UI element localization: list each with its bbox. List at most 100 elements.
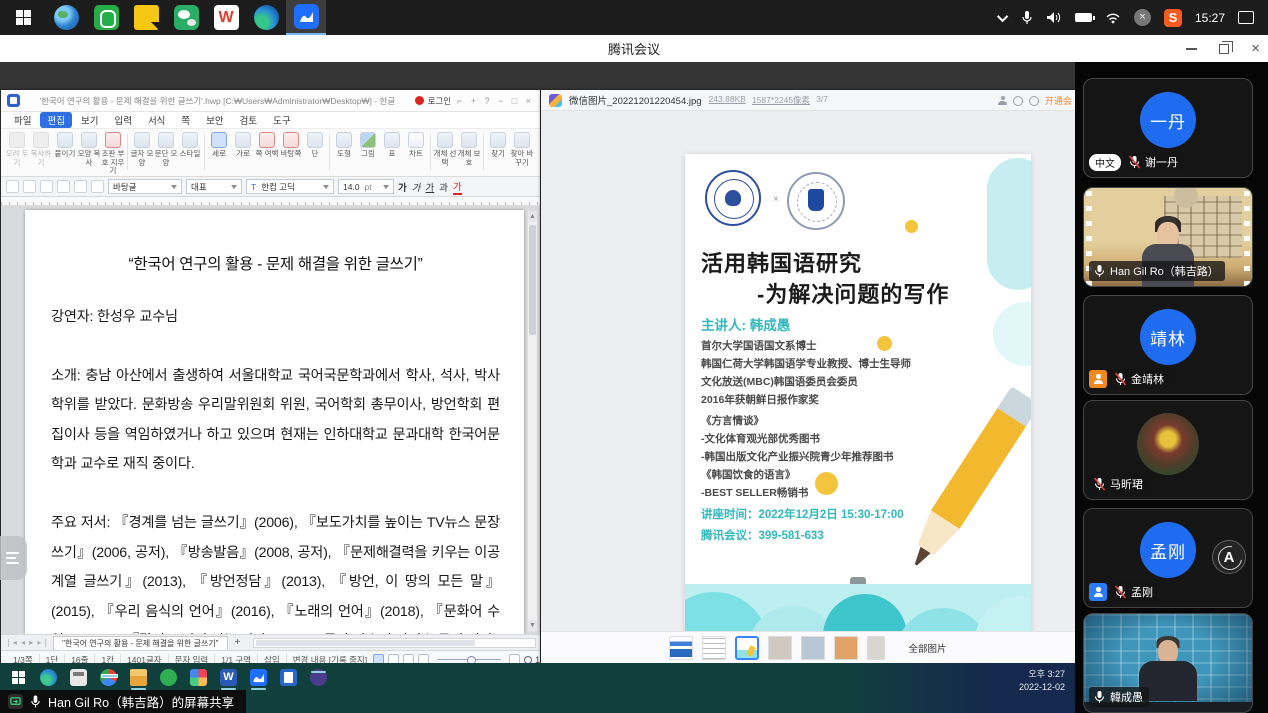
hwp-menu-review: 검토 — [233, 112, 264, 128]
participant-tile-hanchengyu[interactable]: 韓成愚 — [1083, 613, 1253, 713]
annotation-fab-button[interactable]: A — [1212, 540, 1246, 574]
mic-on-icon — [1093, 264, 1106, 278]
participant-tile-hangilro[interactable]: Han Gil Ro（韩吉路） — [1083, 187, 1253, 287]
tray-battery-icon[interactable] — [1075, 13, 1092, 22]
poster-title-line1: 活用韩国语研究 — [701, 246, 862, 278]
hwp-window: '한국어 연구의 활용 - 문제 해결을 위한 글쓰기'.hwp [C:₩Use… — [1, 90, 540, 668]
document-tab: "한국어 연구의 활용 - 문제 해결을 위한 글쓰기" — [53, 636, 227, 650]
taskbar-app-360[interactable] — [86, 0, 126, 35]
font-combo: T한컴 고딕 — [246, 179, 334, 194]
hwp-menu-file: 파일 — [7, 112, 38, 128]
participant-name: 金靖林 — [1131, 371, 1164, 387]
sidebar-toggle-handle[interactable] — [0, 536, 27, 580]
tray-speaker-icon[interactable] — [1046, 11, 1062, 24]
viewer-filename: 微信图片_20221201220454.jpg — [569, 93, 702, 107]
remote-explorer-icon — [130, 669, 147, 686]
find-replace-button: 찾아 바꾸기 — [510, 132, 534, 176]
screen-share-banner: Han Gil Ro（韩吉路）的屏幕共享 — [0, 690, 246, 713]
viewer-page-index: 3/7 — [816, 94, 828, 106]
tray-sogou-icon[interactable]: S — [1164, 9, 1182, 27]
hwp-menu-tools: 도구 — [266, 112, 297, 128]
browser-globe-icon — [54, 5, 79, 30]
find-button: 찾기 — [486, 132, 510, 176]
viewer-tool-icon-1 — [1013, 96, 1023, 106]
notification-center-icon[interactable] — [1238, 11, 1254, 24]
360-safe-icon — [94, 5, 119, 30]
redo-icon — [91, 180, 104, 193]
mic-muted-icon — [1128, 155, 1141, 169]
participant-tile-maxinjun[interactable]: 马昕珺 — [1083, 400, 1253, 500]
print-icon — [57, 180, 70, 193]
open-icon — [23, 180, 36, 193]
object-protect-button: 개체 보호 — [457, 132, 481, 176]
taskbar-app-notes[interactable] — [126, 0, 166, 35]
thumbnail-3-selected — [735, 636, 759, 660]
style-button: 스타일 — [178, 132, 202, 176]
minimize-button[interactable] — [1186, 48, 1197, 50]
remote-meeting-icon — [250, 669, 267, 686]
wechat-icon — [174, 5, 199, 30]
tray-sync-error-icon[interactable]: × — [1134, 9, 1151, 26]
viewer-canvas: × 活用韩国语研究 -为解决问题的写作 主讲人: 韩成愚 首尔大学国语国文系博士… — [541, 111, 1075, 631]
taskbar-app-tencent-meeting[interactable] — [286, 0, 326, 35]
tray-expand-icon[interactable] — [997, 10, 1008, 21]
remote-person-icon — [310, 669, 327, 686]
cut-button: 오려 두기 — [5, 132, 29, 176]
edge-icon — [254, 5, 279, 30]
hwp-menubar: 파일 편집 보기 입력 서식 쪽 보안 검토 도구 — [1, 112, 540, 129]
participant-name: 孟刚 — [1131, 584, 1153, 600]
zoom-slider — [437, 659, 501, 660]
object-select-button: 개체 선택 — [433, 132, 457, 176]
tray-clock[interactable]: 15:27 — [1195, 11, 1225, 25]
inha-university-seal — [787, 172, 845, 230]
poster-meeting-id: 腾讯会议：399-581-633 — [701, 527, 824, 543]
hwp-format-bar: 바탕글 대표 T한컴 고딕 14.0pt 가 가 가 과 가 — [1, 177, 540, 197]
thumbnail-7 — [867, 636, 885, 660]
copy-button: 복사하기 — [29, 132, 53, 176]
undo-icon — [74, 180, 87, 193]
taskbar-app-wechat[interactable] — [166, 0, 206, 35]
underline-button: 가 — [426, 180, 435, 194]
viewer-vip-button: 开通会员 — [1045, 94, 1071, 107]
sharer-mic-icon — [30, 694, 41, 709]
meeting-window-titlebar: 腾讯会议 × — [0, 35, 1268, 62]
restore-button[interactable] — [1219, 44, 1229, 54]
participant-tile-jinjinglin[interactable]: 靖林 金靖林 — [1083, 295, 1253, 395]
taskbar-app-edge[interactable] — [246, 0, 286, 35]
participant-name: 马昕珺 — [1110, 476, 1143, 492]
tray-wifi-icon[interactable] — [1105, 12, 1121, 24]
hwp-menu-format: 서식 — [141, 112, 172, 128]
tencent-meeting-icon — [294, 4, 319, 29]
doc-works-paragraph: 주요 저서: 『경계를 넘는 글쓰기』(2006), 『보도가치를 높이는 TV… — [51, 509, 500, 634]
paste-button: 붙이기 — [53, 132, 77, 176]
pencil-illustration — [900, 386, 1031, 576]
thumbnail-2 — [702, 636, 726, 660]
language-badge[interactable]: 中文 — [1089, 154, 1121, 171]
scrollbar-thumb — [529, 225, 536, 335]
sticky-note-icon — [134, 5, 159, 30]
thumbnail-6 — [834, 636, 858, 660]
bold-button: 가 — [398, 180, 407, 194]
image-viewer-window: 微信图片_20221201220454.jpg 243.88KB 1587*22… — [541, 90, 1075, 664]
meeting-window-title: 腾讯会议 — [608, 39, 660, 58]
participant-name: 韓成愚 — [1110, 689, 1143, 705]
start-button[interactable] — [0, 0, 46, 35]
login-dot-icon — [415, 96, 424, 105]
wps-icon: W — [214, 5, 239, 30]
taskbar-app-wps[interactable]: W — [206, 0, 246, 35]
doc-intro-paragraph: 소개: 충남 아산에서 출생하여 서울대학교 국어국문학과에서 학사, 석사, … — [51, 362, 500, 480]
poster-time-line: 讲座时间：2022年12月2日 15:30-17:00 — [701, 506, 904, 522]
remote-start-icon — [10, 669, 27, 686]
table-button: 표 — [380, 132, 404, 176]
hwp-menu-view: 보기 — [74, 112, 105, 128]
tray-mic-icon[interactable] — [1021, 10, 1033, 25]
all-photos-label: 全部图片 — [908, 641, 946, 655]
taskbar-app-browser[interactable] — [46, 0, 86, 35]
remote-clock: 오후 3:27 2022-12-02 — [1019, 668, 1065, 694]
participant-tile-xieyidan[interactable]: 一丹 中文 谢一丹 — [1083, 78, 1253, 178]
columns-button: 단 — [303, 132, 327, 176]
close-button[interactable]: × — [1251, 41, 1260, 56]
style-combo: 바탕글 — [108, 179, 182, 194]
hwp-tab-bar: ❘◂ ◂ ▸ ▸❘ "한국어 연구의 활용 - 문제 해결을 위한 글쓰기" + — [1, 634, 540, 650]
viewer-thumbnail-strip: 全部图片 — [541, 631, 1075, 664]
